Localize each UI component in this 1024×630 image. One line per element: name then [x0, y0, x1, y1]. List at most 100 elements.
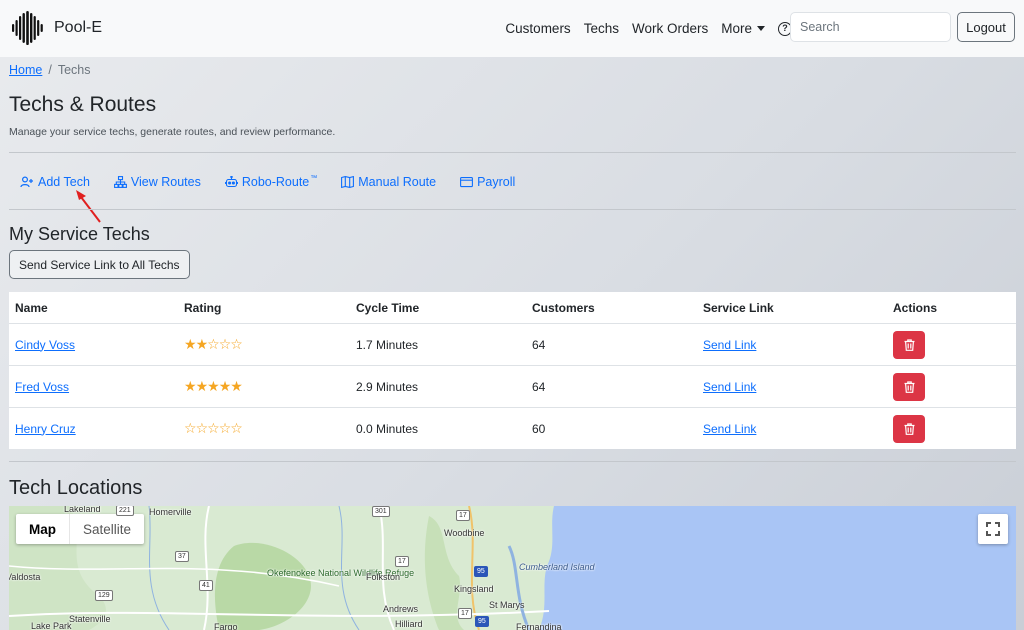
send-link[interactable]: Send Link: [703, 338, 756, 352]
road-shield: 221: [116, 506, 134, 516]
map-place-label: Hilliard: [395, 619, 423, 629]
star-rating: ★★☆☆☆: [184, 336, 243, 352]
trash-icon: [904, 422, 914, 435]
breadcrumb-separator: /: [48, 63, 52, 77]
table-row: Fred Voss ★★★★★ 2.9 Minutes 64 Send Link: [9, 365, 1016, 408]
star-filled-icon: ★: [195, 336, 209, 352]
add-tech-link[interactable]: Add Tech: [20, 175, 90, 189]
map-place-label: Woodbine: [444, 528, 485, 538]
send-service-link-all-button[interactable]: Send Service Link to All Techs: [9, 250, 190, 279]
star-empty-icon: ☆: [230, 420, 243, 436]
tech-name-link[interactable]: Henry Cruz: [15, 422, 76, 436]
column-header-name: Name: [9, 292, 178, 324]
cycle-time-cell: 0.0 Minutes: [356, 421, 419, 436]
road-shield: 95: [474, 566, 488, 577]
star-filled-icon: ★: [184, 378, 197, 394]
star-empty-icon: ☆: [184, 420, 197, 436]
star-filled-icon: ★: [195, 378, 209, 394]
tech-rating-cell: ☆☆☆☆☆: [178, 408, 350, 450]
map-view-button[interactable]: Map: [16, 514, 69, 544]
actions-cell: [887, 365, 1016, 408]
pointer-arrow-icon: [76, 190, 101, 223]
road-shield: 41: [199, 580, 213, 591]
map-terrain: [9, 506, 554, 630]
trash-icon: [904, 380, 914, 393]
breadcrumb-home-link[interactable]: Home: [9, 63, 42, 77]
delete-tech-button[interactable]: [893, 414, 925, 443]
brand-name: Pool-E: [54, 19, 103, 36]
nav-customers[interactable]: Customers: [505, 21, 570, 36]
road-shield: 17: [458, 608, 472, 619]
road-shield: 37: [175, 551, 189, 562]
star-empty-icon: ☆: [230, 336, 243, 352]
map-place-label: Fernandina: [516, 622, 562, 630]
diagram-icon: [113, 176, 127, 188]
page-subtitle: Manage your service techs, generate rout…: [9, 126, 336, 138]
breadcrumb-current: Techs: [57, 63, 91, 77]
tech-name-link[interactable]: Fred Voss: [15, 380, 69, 394]
nav-more-dropdown[interactable]: More: [721, 21, 765, 36]
service-techs-title: My Service Techs: [9, 224, 150, 244]
table-row: Cindy Voss ★★☆☆☆ 1.7 Minutes 64 Send Lin…: [9, 323, 1016, 366]
delete-tech-button[interactable]: [893, 372, 925, 401]
add-tech-label: Add Tech: [38, 175, 90, 189]
cycle-time-cell: 2.9 Minutes: [350, 365, 526, 408]
map-place-label: Folkston: [366, 572, 401, 582]
divider: [9, 152, 1016, 153]
tech-name-cell: Fred Voss: [9, 365, 178, 408]
table-header-row: Name Rating Cycle Time Customers Service…: [9, 292, 1016, 324]
divider: [9, 209, 1016, 210]
map-place-label: St Marys: [489, 600, 525, 610]
send-link[interactable]: Send Link: [703, 380, 756, 394]
robo-route-text: Robo-Route: [241, 175, 310, 189]
caret-down-icon: [757, 26, 765, 31]
service-link-cell: Send Link: [697, 323, 887, 366]
service-link-cell: Send Link: [697, 408, 887, 450]
payroll-link[interactable]: Payroll: [460, 175, 515, 189]
payroll-label: Payroll: [477, 175, 516, 189]
star-filled-icon: ★: [207, 378, 220, 394]
service-link-cell: Send Link: [697, 365, 887, 408]
fullscreen-button[interactable]: [978, 514, 1008, 544]
nav-more-label: More: [721, 21, 752, 36]
customers-cell: 60: [532, 421, 546, 436]
tech-name-cell: Henry Cruz: [9, 408, 178, 450]
satellite-view-button[interactable]: Satellite: [70, 514, 144, 544]
nav-techs[interactable]: Techs: [584, 21, 619, 36]
map-place-label: Lake Park: [31, 621, 72, 630]
tech-name-link[interactable]: Cindy Voss: [15, 338, 75, 352]
column-header-actions: Actions: [887, 292, 1016, 324]
view-routes-link[interactable]: View Routes: [113, 175, 201, 189]
search-input[interactable]: [790, 12, 951, 42]
main-nav: Customers Techs Work Orders More ?: [505, 0, 792, 57]
map-place-label: Statenville: [69, 614, 111, 624]
road-shield: 129: [95, 590, 113, 601]
star-rating: ★★★★★: [184, 378, 243, 394]
star-empty-icon: ☆: [195, 420, 209, 436]
robot-icon: [224, 176, 238, 188]
tech-rating-cell: ★★★★★: [178, 365, 350, 408]
robo-route-link[interactable]: Robo-Route™: [224, 175, 317, 189]
view-routes-label: View Routes: [130, 175, 201, 189]
table-row: Henry Cruz ☆☆☆☆☆ 0.0 Minutes 60 Send Lin…: [9, 408, 1016, 450]
manual-route-link[interactable]: Manual Route: [341, 175, 436, 189]
nav-work-orders[interactable]: Work Orders: [632, 21, 708, 36]
manual-route-label: Manual Route: [358, 175, 437, 189]
fullscreen-icon: [986, 522, 1000, 536]
map-fold-icon: [341, 176, 355, 188]
star-empty-icon: ☆: [207, 336, 220, 352]
delete-tech-button[interactable]: [893, 330, 925, 359]
map-place-label: Lakeland: [64, 506, 101, 514]
tech-locations-map[interactable]: Map Satellite Lakeland Homerville Woodbi…: [9, 506, 1016, 630]
send-link[interactable]: Send Link: [703, 422, 756, 436]
road-shield: 301: [372, 506, 390, 517]
robo-route-label: Robo-Route™: [242, 175, 317, 189]
divider: [9, 461, 1016, 462]
star-filled-icon: ★: [184, 336, 197, 352]
map-place-label: Homerville: [149, 507, 192, 517]
actions-cell: [887, 323, 1016, 366]
map-place-label: Cumberland Island: [519, 562, 595, 572]
brand-link[interactable]: Pool-E: [10, 10, 102, 46]
tech-rating-cell: ★★☆☆☆: [178, 323, 350, 366]
logout-button[interactable]: Logout: [957, 12, 1015, 42]
